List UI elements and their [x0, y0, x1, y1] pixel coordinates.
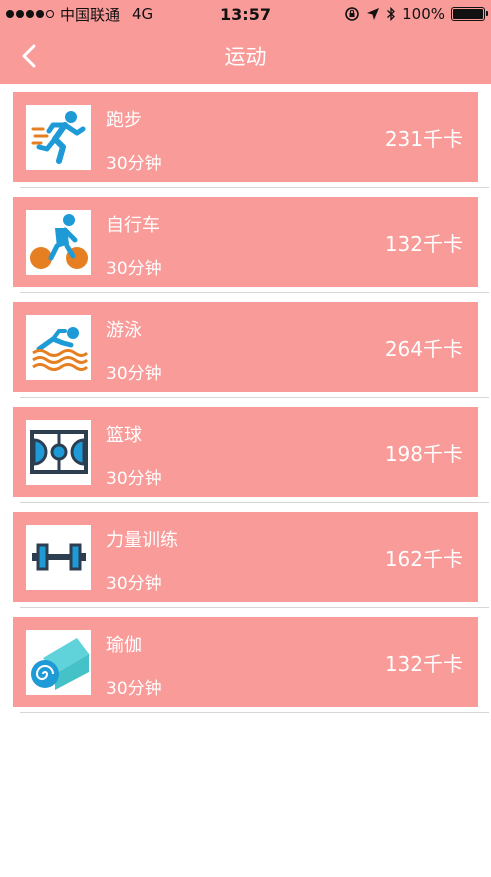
exercise-list: 跑步 30分钟 231千卡 自行车 30分钟 132千卡 游泳 30分钟 264…	[0, 84, 491, 714]
exercise-calories: 132千卡	[384, 651, 463, 676]
status-left: 中国联通 4G	[6, 4, 153, 25]
exercise-name: 瑜伽	[106, 635, 142, 656]
swimming-icon	[31, 327, 88, 371]
exercise-duration: 30分钟	[106, 154, 162, 174]
exercise-item-swimming[interactable]: 游泳 30分钟 264千卡	[13, 302, 478, 392]
item-text: 篮球 30分钟	[106, 407, 385, 497]
exercise-calories: 132千卡	[384, 231, 463, 256]
exercise-item-cycling[interactable]: 自行车 30分钟 132千卡	[13, 197, 478, 287]
list-item-wrapper: 篮球 30分钟 198千卡	[0, 399, 491, 504]
exercise-calories: 231千卡	[384, 126, 463, 151]
signal-icon	[6, 10, 54, 18]
exercise-name: 力量训练	[106, 530, 178, 551]
yoga-mat-icon	[30, 638, 89, 690]
exercise-item-strength[interactable]: 力量训练 30分钟 162千卡	[13, 512, 478, 602]
chevron-left-icon	[22, 44, 36, 68]
nav-bar: 运动	[0, 28, 491, 84]
list-item-wrapper: 跑步 30分钟 231千卡	[0, 84, 491, 189]
battery-percent: 100%	[402, 5, 445, 23]
divider	[20, 397, 489, 398]
dumbbell-icon	[31, 543, 86, 571]
exercise-duration: 30分钟	[106, 574, 162, 594]
exercise-duration: 30分钟	[106, 259, 162, 279]
list-item-wrapper: 瑜伽 30分钟 132千卡	[0, 609, 491, 714]
exercise-name: 自行车	[106, 215, 160, 236]
exercise-item-yoga[interactable]: 瑜伽 30分钟 132千卡	[13, 617, 478, 707]
running-icon	[31, 111, 85, 164]
location-arrow-icon	[367, 8, 380, 20]
divider	[20, 607, 489, 608]
icon-frame	[26, 314, 91, 380]
status-right: 100%	[344, 5, 488, 23]
list-item-wrapper: 游泳 30分钟 264千卡	[0, 294, 491, 399]
exercise-duration: 30分钟	[106, 364, 162, 384]
exercise-duration: 30分钟	[106, 679, 162, 699]
icon-frame	[26, 209, 91, 275]
icon-frame	[26, 419, 91, 485]
exercise-name: 跑步	[106, 110, 142, 131]
bluetooth-icon	[387, 6, 396, 22]
item-text: 游泳 30分钟	[106, 302, 385, 392]
icon-frame	[26, 524, 91, 590]
carrier-label: 中国联通	[60, 5, 121, 24]
exercise-calories: 264千卡	[384, 336, 463, 361]
item-text: 力量训练 30分钟	[106, 512, 385, 602]
exercise-item-basketball[interactable]: 篮球 30分钟 198千卡	[13, 407, 478, 497]
rotation-lock-icon	[345, 7, 359, 21]
item-text: 跑步 30分钟	[106, 92, 385, 182]
status-bar: 中国联通 4G 13:57 100%	[0, 0, 491, 28]
icon-frame	[26, 629, 91, 695]
cycling-icon	[29, 214, 88, 269]
basketball-court-icon	[29, 430, 88, 474]
list-item-wrapper: 自行车 30分钟 132千卡	[0, 189, 491, 294]
exercise-calories: 162千卡	[384, 546, 463, 571]
divider	[20, 502, 489, 503]
network-label: 4G	[132, 5, 154, 23]
battery-icon	[451, 7, 488, 21]
item-text: 瑜伽 30分钟	[106, 617, 385, 707]
divider	[20, 187, 489, 188]
exercise-calories: 198千卡	[384, 441, 463, 466]
item-text: 自行车 30分钟	[106, 197, 385, 287]
list-item-wrapper: 力量训练 30分钟 162千卡	[0, 504, 491, 609]
icon-frame	[26, 104, 91, 170]
back-button[interactable]	[14, 40, 46, 72]
divider	[20, 712, 489, 713]
exercise-name: 游泳	[106, 320, 142, 341]
page-title: 运动	[224, 45, 267, 69]
exercise-name: 篮球	[106, 425, 142, 446]
divider	[20, 292, 489, 293]
exercise-item-running[interactable]: 跑步 30分钟 231千卡	[13, 92, 478, 182]
exercise-duration: 30分钟	[106, 469, 162, 489]
